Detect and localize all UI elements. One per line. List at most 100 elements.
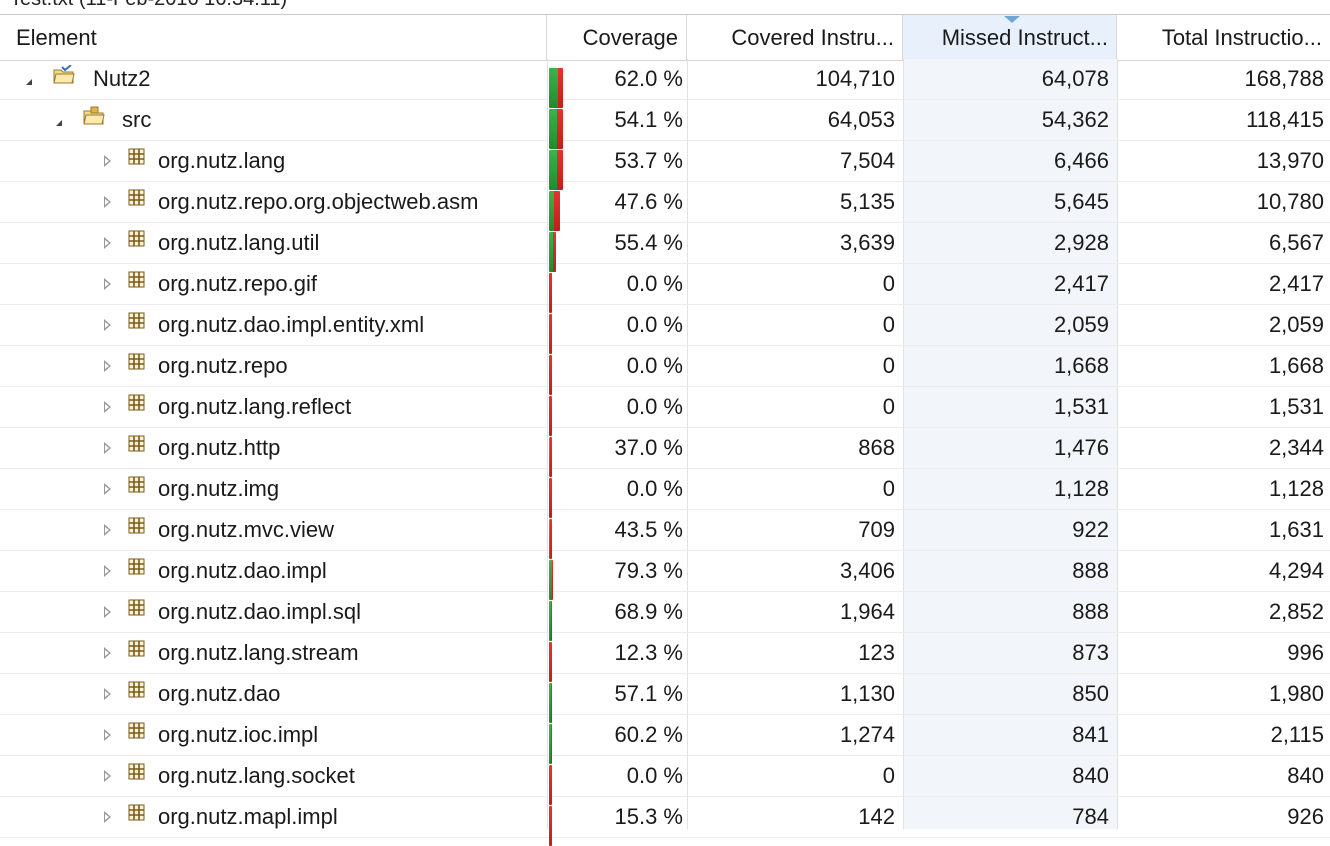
- covered-instructions: 0: [882, 312, 895, 337]
- coverage-percent: 37.0 %: [614, 435, 684, 460]
- package-icon: [126, 639, 148, 679]
- coverage-percent: 15.3 %: [614, 804, 684, 829]
- collapsed-toggle-icon[interactable]: [104, 770, 111, 782]
- element-name[interactable]: org.nutz.dao.impl.entity.xml: [158, 305, 424, 345]
- collapsed-toggle-icon[interactable]: [104, 196, 111, 208]
- table-row[interactable]: org.nutz.mapl.impl 15.3 % 142 784 926: [0, 797, 1330, 846]
- collapsed-toggle-icon[interactable]: [104, 606, 111, 618]
- collapsed-toggle-icon[interactable]: [104, 483, 111, 495]
- missed-instructions: 2,059: [1053, 312, 1109, 337]
- coverage-session-title: Test.txt (11-Feb-2016 16:34:11): [10, 0, 287, 10]
- element-name[interactable]: org.nutz.repo: [158, 346, 288, 386]
- coverage-percent: 68.9 %: [614, 599, 684, 624]
- expanded-toggle-icon[interactable]: [26, 79, 32, 85]
- element-name[interactable]: org.nutz.img: [158, 469, 279, 509]
- element-name[interactable]: org.nutz.lang: [158, 141, 285, 181]
- table-row[interactable]: org.nutz.dao.impl.sql 68.9 % 1,964 888 2,852: [0, 592, 1330, 641]
- table-row[interactable]: org.nutz.lang.socket 0.0 % 0 840 840: [0, 756, 1330, 805]
- table-row[interactable]: org.nutz.ioc.impl 60.2 % 1,274 841 2,115: [0, 715, 1330, 764]
- element-name[interactable]: Nutz2: [93, 59, 150, 99]
- covered-instructions: 0: [882, 476, 895, 501]
- table-row[interactable]: org.nutz.http 37.0 % 868 1,476 2,344: [0, 428, 1330, 477]
- element-name[interactable]: org.nutz.mvc.view: [158, 510, 334, 550]
- covered-instructions: 7,504: [839, 148, 895, 173]
- table-row[interactable]: org.nutz.img 0.0 % 0 1,128 1,128: [0, 469, 1330, 518]
- missed-instructions: 888: [1072, 558, 1109, 583]
- element-name[interactable]: org.nutz.lang.util: [158, 223, 319, 263]
- table-row[interactable]: org.nutz.dao.impl 79.3 % 3,406 888 4,294: [0, 551, 1330, 600]
- table-row[interactable]: org.nutz.dao.impl.entity.xml 0.0 % 0 2,059 2…: [0, 305, 1330, 354]
- collapsed-toggle-icon[interactable]: [104, 155, 111, 167]
- missed-instructions: 64,078: [1041, 66, 1109, 91]
- coverage-percent: 53.7 %: [614, 148, 684, 173]
- element-name[interactable]: org.nutz.mapl.impl: [158, 797, 338, 837]
- table-row[interactable]: org.nutz.lang.reflect 0.0 % 0 1,531 1,531: [0, 387, 1330, 436]
- table-row[interactable]: org.nutz.lang 53.7 % 7,504 6,466 13,970: [0, 141, 1330, 190]
- package-icon: [126, 680, 148, 720]
- collapsed-toggle-icon[interactable]: [104, 811, 111, 823]
- collapsed-toggle-icon[interactable]: [104, 319, 111, 331]
- coverage-percent: 0.0 %: [626, 271, 683, 296]
- coverage-tree-table[interactable]: Nutz2 62.0 % 104,710 64,078 168,788 src 54.1 %…: [0, 59, 1330, 846]
- package-icon: [126, 270, 148, 310]
- covered-instructions: 104,710: [815, 66, 895, 91]
- element-name[interactable]: src: [122, 100, 151, 140]
- element-name[interactable]: org.nutz.repo.gif: [158, 264, 317, 304]
- coverage-percent: 12.3 %: [614, 640, 684, 665]
- column-header-covered-instructions[interactable]: Covered Instru...: [687, 15, 903, 60]
- collapsed-toggle-icon[interactable]: [104, 237, 111, 249]
- total-instructions: 1,631: [1268, 517, 1324, 542]
- element-name[interactable]: org.nutz.lang.stream: [158, 633, 359, 673]
- table-row[interactable]: org.nutz.dao 57.1 % 1,130 850 1,980: [0, 674, 1330, 723]
- element-name[interactable]: org.nutz.http: [158, 428, 280, 468]
- element-name[interactable]: org.nutz.dao.impl: [158, 551, 327, 591]
- collapsed-toggle-icon[interactable]: [104, 565, 111, 577]
- total-instructions: 13,970: [1256, 148, 1324, 173]
- table-row[interactable]: org.nutz.mvc.view 43.5 % 709 922 1,631: [0, 510, 1330, 559]
- table-row[interactable]: org.nutz.lang.stream 12.3 % 123 873 996: [0, 633, 1330, 682]
- element-name[interactable]: org.nutz.dao.impl.sql: [158, 592, 361, 632]
- package-icon: [126, 557, 148, 597]
- missed-instructions: 841: [1072, 722, 1109, 747]
- collapsed-toggle-icon[interactable]: [104, 442, 111, 454]
- package-icon: [126, 147, 148, 187]
- package-icon: [126, 352, 148, 392]
- covered-instructions: 3,639: [839, 230, 895, 255]
- total-instructions: 6,567: [1268, 230, 1324, 255]
- covered-instructions: 0: [882, 394, 895, 419]
- package-icon: [126, 516, 148, 556]
- element-name[interactable]: org.nutz.repo.org.objectweb.asm: [158, 182, 478, 222]
- table-row[interactable]: Nutz2 62.0 % 104,710 64,078 168,788: [0, 59, 1330, 108]
- column-header-coverage[interactable]: Coverage: [547, 15, 687, 60]
- package-icon: [126, 803, 148, 843]
- collapsed-toggle-icon[interactable]: [104, 401, 111, 413]
- table-row[interactable]: org.nutz.repo.org.objectweb.asm 47.6 % 5,1…: [0, 182, 1330, 231]
- collapsed-toggle-icon[interactable]: [104, 360, 111, 372]
- element-name[interactable]: org.nutz.ioc.impl: [158, 715, 318, 755]
- coverage-percent: 57.1 %: [614, 681, 684, 706]
- table-row[interactable]: org.nutz.repo 0.0 % 0 1,668 1,668: [0, 346, 1330, 395]
- table-row[interactable]: org.nutz.lang.util 55.4 % 3,639 2,928 6,567: [0, 223, 1330, 272]
- total-instructions: 2,417: [1268, 271, 1324, 296]
- collapsed-toggle-icon[interactable]: [104, 729, 111, 741]
- missed-instructions: 850: [1072, 681, 1109, 706]
- column-header-element[interactable]: Element: [0, 15, 547, 60]
- element-name[interactable]: org.nutz.lang.reflect: [158, 387, 351, 427]
- package-icon: [126, 762, 148, 802]
- column-header-total-instructions[interactable]: Total Instructio...: [1117, 15, 1330, 60]
- collapsed-toggle-icon[interactable]: [104, 524, 111, 536]
- collapsed-toggle-icon[interactable]: [104, 278, 111, 290]
- collapsed-toggle-icon[interactable]: [104, 688, 111, 700]
- element-name[interactable]: org.nutz.dao: [158, 674, 280, 714]
- table-row[interactable]: src 54.1 % 64,053 54,362 118,415: [0, 100, 1330, 149]
- table-row[interactable]: org.nutz.repo.gif 0.0 % 0 2,417 2,417: [0, 264, 1330, 313]
- total-instructions: 2,852: [1268, 599, 1324, 624]
- total-instructions: 840: [1287, 763, 1324, 788]
- expanded-toggle-icon[interactable]: [56, 120, 62, 126]
- element-name[interactable]: org.nutz.lang.socket: [158, 756, 355, 796]
- missed-instructions: 1,476: [1053, 435, 1109, 460]
- total-instructions: 2,115: [1270, 722, 1324, 747]
- table-header: Element Coverage Covered Instru... Misse…: [0, 14, 1330, 61]
- collapsed-toggle-icon[interactable]: [104, 647, 111, 659]
- missed-instructions: 1,668: [1053, 353, 1109, 378]
